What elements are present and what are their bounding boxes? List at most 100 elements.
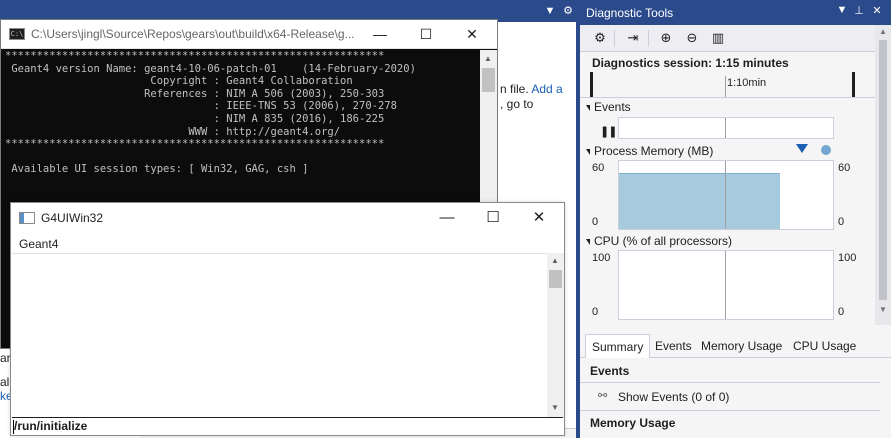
editor-document: n file. Add a , go to xyxy=(498,22,576,222)
memory-min-label: 0 xyxy=(592,216,599,228)
cpu-max-label: 100 xyxy=(592,252,611,264)
diag-header: Diagnostic Tools ▼ ⊥ ✕ xyxy=(580,0,891,25)
console-line: Available UI session types: [ Win32, GAG… xyxy=(5,163,309,176)
scroll-thumb[interactable] xyxy=(549,270,562,288)
scroll-down-icon[interactable]: ▼ xyxy=(551,403,559,412)
cpu-min-label: 0 xyxy=(592,306,599,318)
snapshot-marker-icon[interactable] xyxy=(796,144,808,153)
pin-icon[interactable]: ⊥ xyxy=(852,4,866,17)
tab-memory-usage[interactable]: Memory Usage xyxy=(695,334,788,358)
scroll-up-icon[interactable]: ▲ xyxy=(879,27,887,36)
maximize-button[interactable]: ☐ xyxy=(403,20,449,49)
summary-panel: Events ⚯ Show Events (0 of 0) Memory Usa… xyxy=(580,358,891,438)
memory-chart[interactable] xyxy=(618,160,834,230)
scroll-thumb[interactable] xyxy=(482,68,495,92)
cmd-icon: C:\ xyxy=(9,28,25,40)
minimize-button[interactable]: — xyxy=(424,203,470,233)
diagnostic-tools-panel: Diagnostic Tools ▼ ⊥ ✕ ⚙ ⇥ ⊕ ⊖ ▥ ▲ ▼ Dia… xyxy=(580,0,891,438)
tab-summary[interactable]: Summary xyxy=(585,334,651,358)
tab-events[interactable]: Events xyxy=(649,334,698,358)
command-text: /run/initialize xyxy=(14,419,88,433)
cpu-max-label-right: 100 xyxy=(838,252,857,264)
memory-max-label-right: 60 xyxy=(838,162,851,174)
chart-reset-icon[interactable]: ▥ xyxy=(708,29,728,47)
zoom-out-icon[interactable]: ⊖ xyxy=(682,29,702,47)
close-button[interactable]: ✕ xyxy=(449,20,495,49)
console-line: Geant4 version Name: geant4-10-06-patch-… xyxy=(5,62,416,75)
g4ui-label: Geant4 xyxy=(19,237,59,251)
show-events-link[interactable]: Show Events (0 of 0) xyxy=(618,390,729,404)
console-line: WWW : http://geant4.org/ xyxy=(5,125,341,138)
timeline-label: 1:10min xyxy=(727,77,767,89)
g4ui-window[interactable]: G4UIWin32 — ☐ ✕ Geant4 ▲ ▼ /run/initiali… xyxy=(10,202,565,436)
scroll-down-icon[interactable]: ▼ xyxy=(879,305,887,314)
cpu-section-title[interactable]: CPU (% of all processors) xyxy=(586,234,732,248)
console-line: : IEEE-TNS 53 (2006), 270-278 xyxy=(5,100,397,113)
toolbar-separator xyxy=(648,30,649,47)
console-titlebar[interactable]: C:\ C:\Users\jingl\Source\Repos\gears\ou… xyxy=(1,20,497,49)
close-button[interactable]: ✕ xyxy=(516,203,562,233)
cpu-title-text: CPU (% of all processors) xyxy=(594,234,733,248)
divider xyxy=(580,410,880,411)
g4ui-titlebar[interactable]: G4UIWin32 — ☐ ✕ xyxy=(11,203,564,233)
doc-text: n file. xyxy=(500,82,529,96)
console-line: Copyright : Geant4 Collaboration xyxy=(5,75,353,88)
close-icon[interactable]: ✕ xyxy=(870,4,884,17)
diag-title: Diagnostic Tools xyxy=(586,6,674,20)
diag-content: Diagnostics session: 1:15 minutes 1:10mi… xyxy=(580,52,875,332)
memory-title-text: Process Memory (MB) xyxy=(594,144,714,158)
g4ui-scrollbar[interactable]: ▲ ▼ xyxy=(547,253,564,418)
minimize-button[interactable]: — xyxy=(357,20,403,49)
console-line: References : NIM A 506 (2003), 250-303 xyxy=(5,87,385,100)
timeline-end-bar[interactable] xyxy=(852,72,855,97)
timeline-start-bar[interactable] xyxy=(590,72,593,97)
divider xyxy=(580,382,880,383)
scroll-thumb[interactable] xyxy=(879,40,887,300)
zoom-in-icon[interactable]: ⊕ xyxy=(656,29,676,47)
events-section-title[interactable]: Events xyxy=(586,100,631,114)
chart-divider xyxy=(725,161,726,229)
events-title-text: Events xyxy=(594,100,631,114)
diag-toolbar: ⚙ ⇥ ⊕ ⊖ ▥ xyxy=(580,25,875,52)
export-icon[interactable]: ⇥ xyxy=(623,29,643,47)
track-divider xyxy=(725,118,726,138)
command-input[interactable]: /run/initialize xyxy=(12,417,563,435)
session-timeline[interactable]: 1:10min xyxy=(580,72,875,98)
console-line: ****************************************… xyxy=(5,50,385,62)
chart-divider xyxy=(725,251,726,319)
memory-section-title[interactable]: Process Memory (MB) xyxy=(586,144,713,158)
gear-icon[interactable]: ⚙ xyxy=(561,4,575,18)
timeline-tick xyxy=(725,76,726,97)
console-line: : NIM A 835 (2016), 186-225 xyxy=(5,112,385,125)
memory-max-label: 60 xyxy=(592,162,605,174)
memory-min-label-right: 0 xyxy=(838,216,845,228)
link-icon: ⚯ xyxy=(598,390,608,402)
console-title: C:\Users\jingl\Source\Repos\gears\out\bu… xyxy=(31,27,355,41)
tab-cpu-usage[interactable]: CPU Usage xyxy=(787,334,862,358)
memory-usage-heading: Memory Usage xyxy=(590,416,676,430)
add-link[interactable]: Add a xyxy=(531,82,562,96)
maximize-button[interactable]: ☐ xyxy=(470,203,516,233)
cpu-chart[interactable] xyxy=(618,250,834,320)
doc-text-2: , go to xyxy=(500,97,534,111)
window-app-icon xyxy=(19,212,35,224)
scroll-up-icon[interactable]: ▲ xyxy=(551,256,559,265)
memory-fill xyxy=(619,173,780,229)
pause-icon[interactable]: ❚❚ xyxy=(600,125,617,138)
cpu-min-label-right: 0 xyxy=(838,306,845,318)
diag-scrollbar[interactable]: ▲ ▼ xyxy=(875,25,891,325)
scroll-up-icon[interactable]: ▲ xyxy=(484,54,492,63)
dropdown-icon[interactable]: ▼ xyxy=(543,4,557,18)
events-track xyxy=(618,117,834,139)
session-label: Diagnostics session: 1:15 minutes xyxy=(592,56,789,70)
console-line: ****************************************… xyxy=(5,138,385,151)
settings-gear-icon[interactable]: ⚙ xyxy=(590,29,610,47)
g4ui-output-area[interactable] xyxy=(12,253,548,418)
toolbar-separator xyxy=(614,30,615,47)
events-heading: Events xyxy=(590,364,630,378)
dropdown-icon[interactable]: ▼ xyxy=(835,4,849,16)
g4ui-title: G4UIWin32 xyxy=(41,211,104,225)
diag-tabs: Summary Events Memory Usage CPU Usage xyxy=(580,334,891,358)
gc-dot-icon[interactable] xyxy=(821,145,831,155)
